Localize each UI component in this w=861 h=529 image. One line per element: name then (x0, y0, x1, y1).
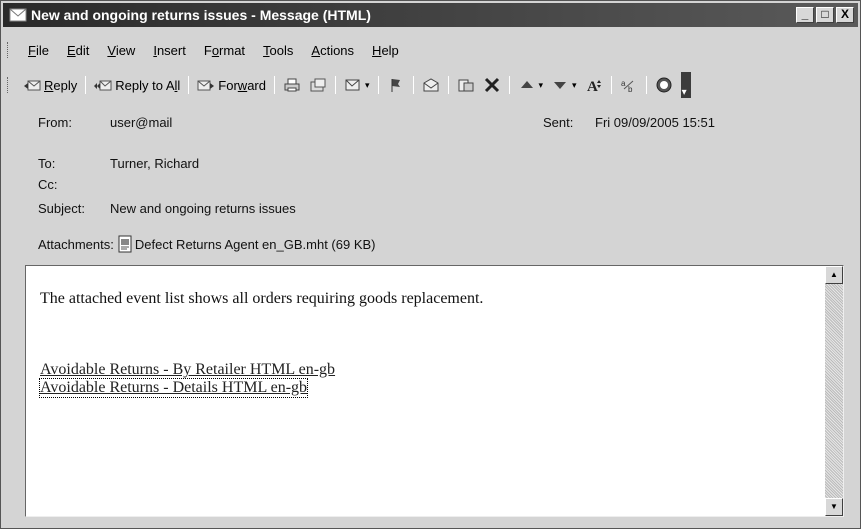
move-to-folder-button[interactable] (418, 75, 444, 95)
up-arrow-icon (520, 81, 533, 88)
from-value[interactable]: user@mail (110, 115, 172, 130)
sent-value: Fri 09/09/2005 15:51 (595, 114, 715, 130)
print-button[interactable] (279, 75, 305, 95)
svg-text:a: a (621, 79, 626, 88)
window-controls: _ □ X (796, 7, 854, 23)
svg-text:b: b (628, 85, 633, 93)
follow-up-flag-button[interactable] (383, 75, 409, 95)
encoding-button[interactable]: a b (616, 75, 642, 95)
vertical-scrollbar[interactable]: ▲ ▼ (825, 266, 843, 516)
reply-icon (24, 80, 41, 91)
to-label: To: (38, 155, 56, 171)
from-label: From: (38, 114, 72, 130)
previous-item-button[interactable]: ▾ (514, 75, 548, 95)
menu-tools[interactable]: Tools (254, 43, 302, 58)
minimize-button[interactable]: _ (796, 7, 814, 23)
message-body[interactable]: The attached event list shows all orders… (25, 265, 844, 517)
window-title: New and ongoing returns issues - Message… (31, 7, 371, 23)
copy-folder-icon (310, 78, 326, 92)
dropdown-arrow-icon[interactable]: ▾ (539, 80, 544, 91)
standard-toolbar: Reply Reply to All Forward ▾ ▾ ▾ A a b ▾ (3, 71, 858, 99)
menu-file[interactable]: File (19, 43, 58, 58)
dropdown-arrow-icon[interactable]: ▾ (365, 80, 370, 91)
menu-help[interactable]: Help (363, 43, 408, 58)
toolbar-separator (412, 76, 414, 94)
printer-icon (284, 78, 300, 92)
font-size-icon: A (587, 79, 601, 93)
scroll-up-button[interactable]: ▲ (825, 266, 843, 284)
link-avoidable-returns-details[interactable]: Avoidable Returns - Details HTML en-gb (38, 378, 309, 398)
menu-insert[interactable]: Insert (144, 43, 195, 58)
attachment-file-icon[interactable] (116, 235, 134, 253)
menu-view[interactable]: View (98, 43, 144, 58)
help-icon (656, 77, 672, 93)
menu-bar: File Edit View Insert Format Tools Actio… (3, 39, 858, 61)
link-avoidable-returns-by-retailer[interactable]: Avoidable Returns - By Retailer HTML en-… (40, 361, 335, 379)
title-bar: New and ongoing returns issues - Message… (3, 3, 858, 27)
encoding-icon: a b (621, 79, 633, 93)
flag-icon (391, 79, 400, 92)
delete-x-icon (484, 77, 499, 93)
help-button[interactable] (651, 75, 677, 95)
down-arrow-icon (554, 82, 567, 89)
menu-actions[interactable]: Actions (302, 43, 363, 58)
next-item-button[interactable]: ▾ (547, 75, 581, 95)
font-size-button[interactable]: A (581, 75, 607, 95)
body-content: The attached event list shows all orders… (38, 290, 484, 398)
toolbar-separator (645, 76, 647, 94)
toolbar-options-button[interactable] (680, 72, 691, 98)
maximize-button[interactable]: □ (816, 7, 834, 23)
toolbar-separator (85, 76, 87, 94)
toolbar-separator (610, 76, 612, 94)
copy-to-folder-button[interactable] (305, 75, 331, 95)
subject-label: Subject: (38, 200, 85, 216)
svg-text:A: A (587, 79, 598, 93)
toolbar-separator (273, 76, 275, 94)
attachments-row: Attachments: Defect Returns Agent en_GB.… (38, 235, 376, 253)
folder-envelope-icon (423, 78, 439, 92)
forward-button[interactable]: Forward (193, 75, 270, 95)
cc-label: Cc: (38, 176, 58, 192)
reply-all-icon (94, 80, 112, 91)
envelope-icon (9, 8, 27, 22)
menu-grip (7, 42, 11, 58)
menu-edit[interactable]: Edit (58, 43, 98, 58)
scroll-down-button[interactable]: ▼ (825, 498, 843, 516)
envelope-arrow-icon (345, 79, 360, 91)
toolbar-separator (447, 76, 449, 94)
reply-button[interactable]: Reply (19, 75, 81, 95)
move-folder-icon (458, 79, 474, 92)
send-receive-button[interactable]: ▾ (340, 75, 374, 95)
attachment-link[interactable]: Defect Returns Agent en_GB.mht (69 KB) (135, 237, 376, 252)
toolbar-separator (334, 76, 336, 94)
attachments-label: Attachments: (38, 236, 114, 252)
to-value[interactable]: Turner, Richard (110, 156, 199, 171)
toolbar-separator (508, 76, 510, 94)
menu-format[interactable]: Format (195, 43, 254, 58)
move-button[interactable] (453, 75, 479, 95)
subject-value: New and ongoing returns issues (110, 200, 296, 216)
body-text: The attached event list shows all orders… (40, 290, 484, 307)
delete-button[interactable] (479, 75, 505, 95)
forward-icon (197, 80, 215, 91)
toolbar-separator (377, 76, 379, 94)
message-window: New and ongoing returns issues - Message… (0, 0, 861, 529)
toolbar-separator (188, 76, 190, 94)
sent-label: Sent: (543, 114, 574, 130)
reply-all-button[interactable]: Reply to All (90, 75, 184, 95)
dropdown-arrow-icon[interactable]: ▾ (572, 80, 577, 91)
toolbar-grip (7, 77, 11, 93)
close-button[interactable]: X (836, 7, 854, 23)
